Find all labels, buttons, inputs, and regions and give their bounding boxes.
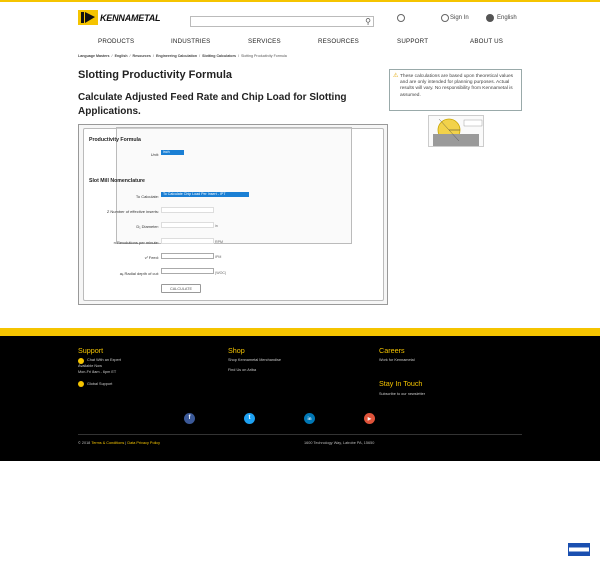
user-icon — [441, 14, 449, 22]
footer-divider — [78, 434, 522, 435]
feed-input[interactable] — [161, 253, 214, 259]
shop-merch-link[interactable]: Shop Kennametal Merchandise — [228, 357, 281, 363]
disclaimer-box: ⚠ These calculations are based upon theo… — [389, 69, 522, 111]
search-icon[interactable]: ⚲ — [365, 17, 371, 27]
breadcrumb: Language Masters / English / Resources /… — [78, 54, 287, 58]
footer-accent-bar — [0, 328, 600, 336]
nav-support[interactable]: SUPPORT — [397, 38, 428, 45]
nav-products[interactable]: PRODUCTS — [98, 38, 134, 45]
warning-icon: ⚠ — [393, 73, 399, 79]
diagram-illustration — [433, 118, 483, 146]
breadcrumb-current: Slotting Productivity Formula — [241, 54, 287, 58]
ariba-link[interactable]: Find Us on Ariba — [228, 367, 256, 373]
feed-label: vᶠ Feed: — [144, 255, 159, 260]
productivity-formula-heading: Productivity Formula — [89, 137, 141, 143]
nav-services[interactable]: SERVICES — [248, 38, 281, 45]
footer-shop-title: Shop — [228, 346, 245, 355]
to-calculate-label: To Calculate: — [135, 194, 159, 199]
unit-select[interactable]: inch — [161, 150, 184, 155]
copyright-text: © 2018 — [78, 441, 91, 445]
nomenclature-heading: Slot Mill Nomenclature — [89, 178, 145, 184]
page-subtitle: Calculate Adjusted Feed Rate and Chip Lo… — [78, 92, 347, 117]
rpm-input[interactable] — [161, 238, 214, 244]
page-title: Slotting Productivity Formula — [78, 69, 233, 81]
diameter-unit: in — [215, 224, 218, 228]
search-input[interactable]: ⚲ — [190, 16, 374, 27]
calculate-button[interactable]: CALCULATE — [161, 284, 201, 293]
language-flag-icon[interactable] — [568, 543, 590, 556]
breadcrumb-item[interactable]: English — [115, 54, 128, 58]
youtube-icon[interactable]: ▶ — [364, 413, 375, 424]
privacy-link[interactable]: Data Privacy Policy — [127, 441, 160, 445]
diameter-label: D₁ Diameter: — [136, 224, 159, 229]
breadcrumb-item[interactable]: Slotting Calculators — [202, 54, 236, 58]
nav-resources[interactable]: RESOURCES — [318, 38, 359, 45]
footer-support-title: Support — [78, 346, 104, 355]
breadcrumb-item[interactable]: Language Masters — [78, 54, 110, 58]
globe-icon — [486, 14, 494, 22]
rpm-label: n Revolutions per minute: — [113, 240, 159, 245]
slot-mill-diagram — [428, 115, 484, 147]
disclaimer-text: These calculations are based upon theore… — [400, 74, 514, 98]
breadcrumb-item[interactable]: Resources — [133, 54, 151, 58]
sign-in-link[interactable]: Sign In — [441, 14, 469, 22]
linkedin-icon[interactable]: in — [304, 413, 315, 424]
support-hours: Mon-Fri 8am - 6pm ET — [78, 370, 117, 374]
to-calculate-select[interactable]: To Calculate Chip Load Per Insert - IPT — [161, 192, 249, 197]
globe-support-icon — [78, 381, 84, 387]
diameter-input[interactable] — [161, 222, 214, 228]
nav-about-us[interactable]: ABOUT US — [470, 38, 503, 45]
twitter-icon[interactable]: t — [244, 413, 255, 424]
nav-industries[interactable]: INDUSTRIES — [171, 38, 210, 45]
unit-label: Unit: — [150, 152, 159, 157]
rpm-unit: RPM — [215, 240, 223, 244]
footer-legal: © 2018 Terms & Conditions | Data Privacy… — [78, 441, 161, 445]
kennametal-logo[interactable]: KENNAMETAL — [78, 10, 161, 25]
catalog-icon[interactable] — [397, 14, 405, 22]
sign-in-label: Sign In — [450, 15, 469, 21]
inserts-input[interactable] — [161, 207, 214, 213]
main-nav: PRODUCTS INDUSTRIES SERVICES RESOURCES S… — [0, 36, 600, 50]
facebook-icon[interactable]: f — [184, 413, 195, 424]
terms-link[interactable]: Terms & Conditions — [91, 441, 124, 445]
inserts-label: Z Number of effective inserts: — [106, 209, 159, 214]
footer-address: 1600 Technology Way, Latrobe PA, 15650 — [304, 441, 375, 445]
careers-link[interactable]: Work for Kennametal — [379, 357, 415, 363]
feed-unit: IPM — [215, 255, 222, 259]
global-support-link[interactable]: Global Support — [87, 381, 112, 387]
logo-mark-icon — [78, 10, 98, 25]
footer-stay-title: Stay In Touch — [379, 379, 423, 388]
newsletter-link[interactable]: Subscribe to our newsletter — [379, 391, 425, 397]
radial-depth-unit: (WOC) — [215, 271, 227, 275]
radial-depth-input[interactable] — [161, 268, 214, 274]
language-selector[interactable]: English — [486, 14, 517, 22]
radial-depth-label: aₑ Radial depth of cut: — [119, 271, 159, 276]
language-label: English — [497, 15, 517, 21]
footer-careers-title: Careers — [379, 346, 405, 355]
site-header: KENNAMETAL ⚲ Sign In English — [0, 2, 600, 30]
logo-text: KENNAMETAL — [100, 12, 161, 23]
breadcrumb-item[interactable]: Engineering Calculation — [156, 54, 197, 58]
